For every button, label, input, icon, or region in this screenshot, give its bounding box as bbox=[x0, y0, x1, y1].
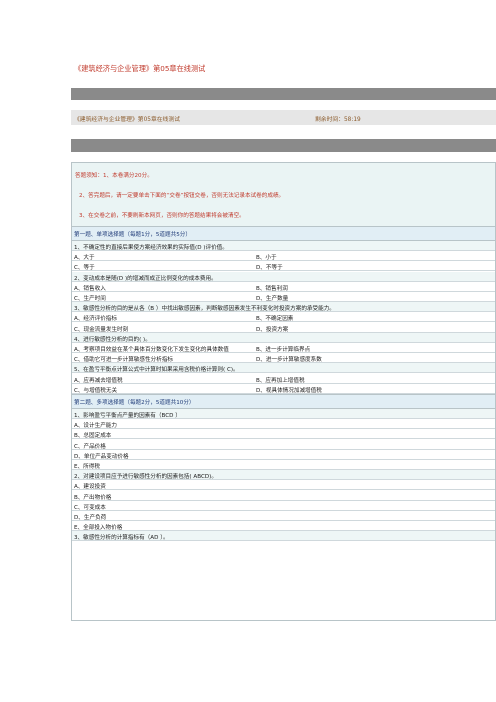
section-heading: 第二题、多项选择题（每题2分，5道题共10分） bbox=[72, 394, 495, 409]
answer-option[interactable]: C、生产时间 bbox=[74, 294, 106, 302]
answer-option[interactable]: B、应再加上增值税 bbox=[256, 376, 305, 384]
option-row: E、全部投入物价格 bbox=[72, 521, 495, 532]
question-text: 3、敏感性分析的目的是从各（B ）中找出敏感因素，判断敏感因素发生不利变化时投资… bbox=[74, 306, 335, 313]
answer-option[interactable]: B、总固定成本 bbox=[74, 431, 111, 439]
option-row: A、考察项目效益在某个具体百分数变化下发生变化的具体数值 B、进一步计算临界点 bbox=[72, 343, 495, 353]
question-text: 1、影响盈亏平衡点产量的因素有（BCD ） bbox=[74, 413, 181, 419]
answer-option[interactable]: A、设计生产能力 bbox=[74, 421, 117, 429]
answer-option[interactable]: D、不等于 bbox=[256, 263, 283, 271]
divider-bar bbox=[71, 139, 496, 152]
exam-notice: 答题须知：1、本卷满分20分。 2、答完题后，请一定要单击下面的“交卷”按钮交卷… bbox=[72, 163, 495, 226]
option-row: A、应再减去增值税 B、应再加上增值税 bbox=[72, 374, 495, 384]
option-row: C、现金流量发生时刻 D、投资方案 bbox=[72, 323, 495, 333]
section-heading: 第一题、单项选择题（每题1分，5道题共5分） bbox=[72, 226, 495, 241]
answer-option[interactable]: A、考察项目效益在某个具体百分数变化下发生变化的具体数值 bbox=[74, 345, 229, 353]
option-row: C、等于 D、不等于 bbox=[72, 261, 495, 272]
answer-option[interactable]: A、建设投资 bbox=[74, 482, 106, 490]
question-text: 5、在盈亏平衡点计算公式中计算时如果采用含税价格计算则( C)。 bbox=[74, 367, 239, 374]
answer-option[interactable]: A、销售收入 bbox=[74, 284, 106, 292]
answer-option[interactable]: C、现金流量发生时刻 bbox=[74, 325, 128, 333]
option-row: C、可变成本 bbox=[72, 501, 495, 511]
question-stem: 5、在盈亏平衡点计算公式中计算时如果采用含税价格计算则( C)。 bbox=[72, 363, 495, 374]
answer-option[interactable]: D、投资方案 bbox=[256, 325, 288, 333]
option-row: A、设计生产能力 bbox=[72, 419, 495, 430]
answer-option[interactable]: B、进一步计算临界点 bbox=[256, 345, 310, 353]
question-stem: 1、影响盈亏平衡点产量的因素有（BCD ） bbox=[72, 409, 495, 419]
question-stem: 2、对建设项目应予进行敏感性分析的因素包括( ABCD)。 bbox=[72, 470, 495, 481]
answer-option[interactable]: D、生产数量 bbox=[256, 294, 288, 302]
option-row: C、产品价格 bbox=[72, 440, 495, 450]
answer-option[interactable]: A、经济评价指标 bbox=[74, 314, 117, 322]
answer-option[interactable]: E、所得税 bbox=[74, 462, 100, 470]
option-row: A、大于 B、小于 bbox=[72, 251, 495, 262]
option-row: B、总固定成本 bbox=[72, 429, 495, 440]
answer-option[interactable]: B、销售利润 bbox=[256, 284, 288, 292]
option-row: C、与增值税无关 D、视具体情况加减增值税 bbox=[72, 384, 495, 394]
option-row: C、生产时间 D、生产数量 bbox=[72, 292, 495, 302]
question-text: 2、变动成本是随(D )的增减而成正比例变化的成本费用。 bbox=[74, 275, 217, 282]
question-stem: 1、不确定性的直接后果使方案经济效果的实际值(D )评价值。 bbox=[72, 241, 495, 251]
answer-option[interactable]: D、视具体情况加减增值税 bbox=[256, 386, 322, 394]
option-row: E、所得税 bbox=[72, 460, 495, 470]
option-row: A、建设投资 bbox=[72, 480, 495, 491]
remaining-time: 剩余时间：58:19 bbox=[315, 117, 361, 123]
answer-option[interactable]: C、产品价格 bbox=[74, 442, 106, 450]
question-text: 2、对建设项目应予进行敏感性分析的因素包括( ABCD)。 bbox=[74, 474, 217, 481]
exam-info-bar: 《建筑经济与企业管理》第05章在线测试 剩余时间：58:19 bbox=[71, 110, 496, 125]
notice-line: 答题须知：1、本卷满分20分。 bbox=[75, 173, 153, 179]
notice-line: 3、在交卷之前，不要刷新本网页，否则你的答题结果将会被清空。 bbox=[79, 213, 245, 219]
answer-option[interactable]: C、借助它可进一步计算敏感性分析指标 bbox=[74, 355, 173, 363]
answer-option[interactable]: B、产出物价格 bbox=[74, 493, 111, 501]
option-row: B、产出物价格 bbox=[72, 491, 495, 501]
question-text: 3、敏感性分析的计算指标有（AD ）。 bbox=[74, 535, 169, 542]
section-title: 第二题、多项选择题（每题2分，5道题共10分） bbox=[74, 400, 195, 406]
answer-option[interactable]: C、与增值税无关 bbox=[74, 386, 117, 394]
question-stem: 2、变动成本是随(D )的增减而成正比例变化的成本费用。 bbox=[72, 271, 495, 282]
exam-panel: 答题须知：1、本卷满分20分。 2、答完题后，请一定要单击下面的“交卷”按钮交卷… bbox=[71, 162, 496, 621]
answer-option[interactable]: A、应再减去增值税 bbox=[74, 376, 123, 384]
answer-option[interactable]: B、小于 bbox=[256, 253, 277, 261]
question-stem: 3、敏感性分析的目的是从各（B ）中找出敏感因素，判断敏感因素发生不利变化时投资… bbox=[72, 302, 495, 313]
answer-option[interactable]: B、不确定因素 bbox=[256, 314, 293, 322]
exam-name: 《建筑经济与企业管理》第05章在线测试 bbox=[74, 117, 180, 123]
option-row: D、单位产品变动价格 bbox=[72, 450, 495, 460]
answer-option[interactable]: A、大于 bbox=[74, 253, 95, 261]
answer-option[interactable]: D、生产负荷 bbox=[74, 513, 106, 521]
answer-option[interactable]: D、进一步计算敏感度系数 bbox=[256, 355, 322, 363]
answer-option[interactable]: D、单位产品变动价格 bbox=[74, 452, 129, 460]
option-row: D、生产负荷 bbox=[72, 511, 495, 521]
question-text: 1、不确定性的直接后果使方案经济效果的实际值(D )评价值。 bbox=[74, 245, 228, 251]
answer-option[interactable]: E、全部投入物价格 bbox=[74, 523, 122, 531]
question-stem: 4、进行敏感性分析的目的( )。 bbox=[72, 332, 495, 343]
answer-option[interactable]: C、等于 bbox=[74, 263, 95, 271]
page-title: 《建筑经济与企业管理》第05章在线测试 bbox=[74, 64, 206, 73]
option-row: A、销售收入 B、销售利润 bbox=[72, 282, 495, 292]
header-bar bbox=[71, 88, 496, 100]
section-title: 第一题、单项选择题（每题1分，5道题共5分） bbox=[74, 232, 191, 238]
question-text: 4、进行敏感性分析的目的( )。 bbox=[74, 336, 151, 343]
notice-line: 2、答完题后，请一定要单击下面的“交卷”按钮交卷，否则无法记录本试卷的成绩。 bbox=[79, 193, 285, 199]
option-row: C、借助它可进一步计算敏感性分析指标 D、进一步计算敏感度系数 bbox=[72, 353, 495, 364]
answer-option[interactable]: C、可变成本 bbox=[74, 503, 106, 511]
option-row: A、经济评价指标 B、不确定因素 bbox=[72, 312, 495, 323]
question-stem: 3、敏感性分析的计算指标有（AD ）。 bbox=[72, 531, 495, 542]
